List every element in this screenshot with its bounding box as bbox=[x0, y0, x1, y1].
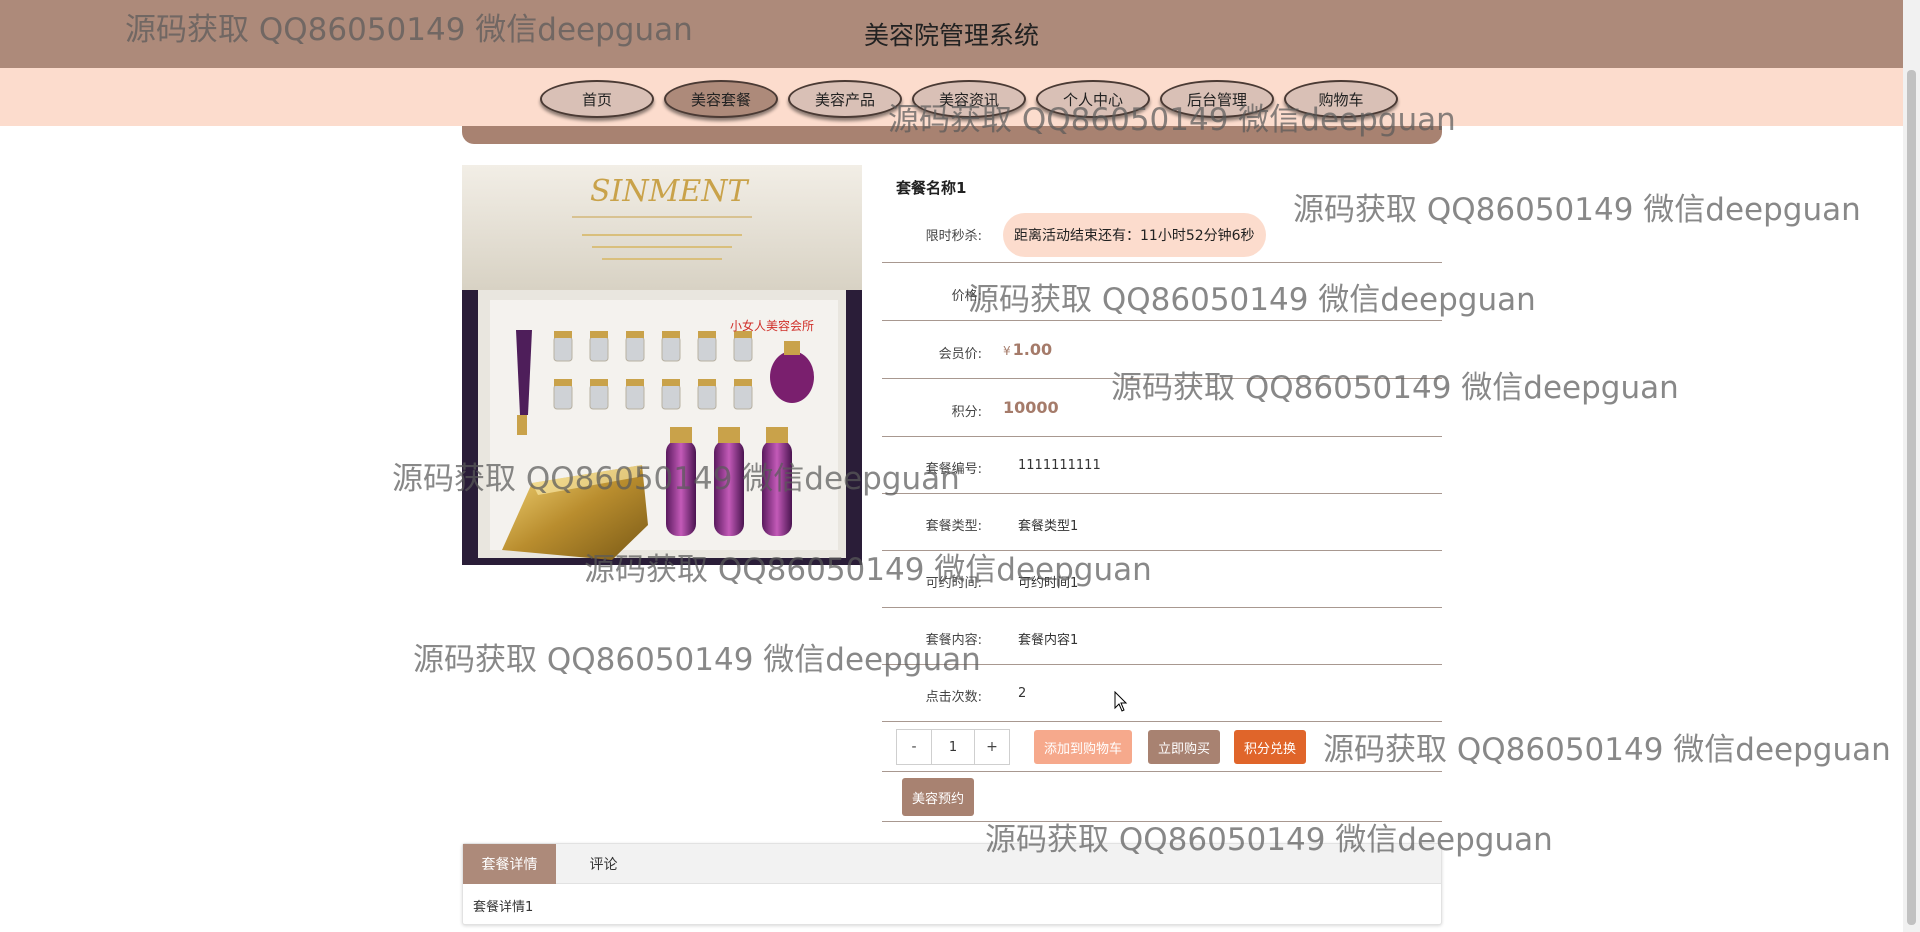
points-label: 积分: bbox=[951, 405, 982, 420]
nav-item-cart[interactable]: 购物车 bbox=[1284, 80, 1398, 118]
quantity-input[interactable]: 1 bbox=[931, 730, 975, 764]
row-flash-sale: 限时秒杀: 距离活动结束还有：11小时52分钟6秒 bbox=[882, 205, 1442, 263]
row-points: 积分: 10000 bbox=[882, 379, 1442, 437]
nav-item-home[interactable]: 首页 bbox=[540, 80, 654, 118]
countdown-timer: 距离活动结束还有：11小时52分钟6秒 bbox=[1003, 213, 1266, 257]
site-title: 美容院管理系统 bbox=[863, 21, 1039, 50]
detail-tabs: 套餐详情 评论 套餐详情1 bbox=[462, 843, 1442, 925]
nav-item-beauty-news[interactable]: 美容资讯 bbox=[912, 80, 1026, 118]
buy-now-button[interactable]: 立即购买 bbox=[1148, 730, 1221, 764]
member-price-label: 会员价: bbox=[938, 347, 982, 362]
package-content-value: 套餐内容1 bbox=[1018, 633, 1079, 648]
nav-item-beauty-products[interactable]: 美容产品 bbox=[788, 80, 902, 118]
nav-item-personal-center[interactable]: 个人中心 bbox=[1036, 80, 1150, 118]
row-package-type: 套餐类型: 套餐类型1 bbox=[882, 494, 1442, 551]
flash-sale-label: 限时秒杀: bbox=[925, 229, 982, 244]
mouse-cursor-icon bbox=[1114, 691, 1128, 712]
watermark: 源码获取 QQ86050149 微信deepguan bbox=[1323, 732, 1891, 768]
tab-bar: 套餐详情 评论 bbox=[463, 844, 1441, 884]
page: 美容院管理系统 首页 美容套餐 美容产品 美容资讯 个人中心 后台管理 购物车 bbox=[0, 0, 1920, 932]
row-available-time: 可约时间: 可约时间1 bbox=[882, 551, 1442, 608]
price-label: 价格: bbox=[951, 289, 982, 304]
package-type-value: 套餐类型1 bbox=[1018, 519, 1079, 534]
row-price: 价格: bbox=[882, 263, 1442, 321]
member-price: ¥1.00 bbox=[1003, 340, 1052, 359]
package-code-label: 套餐编号: bbox=[925, 462, 982, 477]
available-time-value: 可约时间1 bbox=[1018, 576, 1079, 591]
row-package-code: 套餐编号: 1111111111 bbox=[882, 437, 1442, 494]
nav-item-admin[interactable]: 后台管理 bbox=[1160, 80, 1274, 118]
svg-text:SINMENT: SINMENT bbox=[590, 174, 750, 209]
package-code-value: 1111111111 bbox=[1018, 458, 1101, 473]
click-count-label: 点击次数: bbox=[925, 690, 982, 705]
product-photo-illustration: SINMENT 小女人美容会所 bbox=[462, 165, 862, 565]
product-image: SINMENT 小女人美容会所 bbox=[462, 165, 862, 565]
main-nav: 首页 美容套餐 美容产品 美容资讯 个人中心 后台管理 购物车 bbox=[540, 80, 1398, 118]
points-exchange-button[interactable]: 积分兑换 bbox=[1234, 730, 1307, 764]
row-booking bbox=[882, 772, 1442, 822]
tab-package-details[interactable]: 套餐详情 bbox=[463, 844, 556, 884]
scrollbar-thumb[interactable] bbox=[1907, 70, 1916, 925]
row-package-content: 套餐内容: 套餐内容1 bbox=[882, 608, 1442, 665]
add-to-cart-button[interactable]: 添加到购物车 bbox=[1034, 730, 1133, 764]
nav-item-beauty-packages[interactable]: 美容套餐 bbox=[664, 80, 778, 118]
points-value: 10000 bbox=[1003, 398, 1059, 417]
package-type-label: 套餐类型: bbox=[925, 519, 982, 534]
package-name: 套餐名称1 bbox=[896, 179, 967, 197]
quantity-decrease-button[interactable]: - bbox=[897, 730, 931, 764]
scrollbar[interactable] bbox=[1903, 0, 1920, 932]
currency-symbol: ¥ bbox=[1003, 344, 1011, 358]
available-time-label: 可约时间: bbox=[925, 576, 982, 591]
click-count-value: 2 bbox=[1018, 686, 1027, 701]
quantity-stepper: - 1 + bbox=[896, 729, 1010, 765]
tab-comments[interactable]: 评论 bbox=[556, 844, 651, 884]
package-content-label: 套餐内容: bbox=[925, 633, 982, 648]
member-price-value: 1.00 bbox=[1012, 340, 1053, 359]
image-overlay-text: 小女人美容会所 bbox=[730, 318, 814, 333]
tab-content: 套餐详情1 bbox=[473, 900, 534, 915]
header-bar: 美容院管理系统 bbox=[0, 0, 1903, 68]
row-member-price: 会员价: ¥1.00 bbox=[882, 321, 1442, 379]
breadcrumb-strip bbox=[462, 126, 1442, 144]
quantity-increase-button[interactable]: + bbox=[975, 730, 1009, 764]
row-click-count: 点击次数: 2 bbox=[882, 665, 1442, 722]
